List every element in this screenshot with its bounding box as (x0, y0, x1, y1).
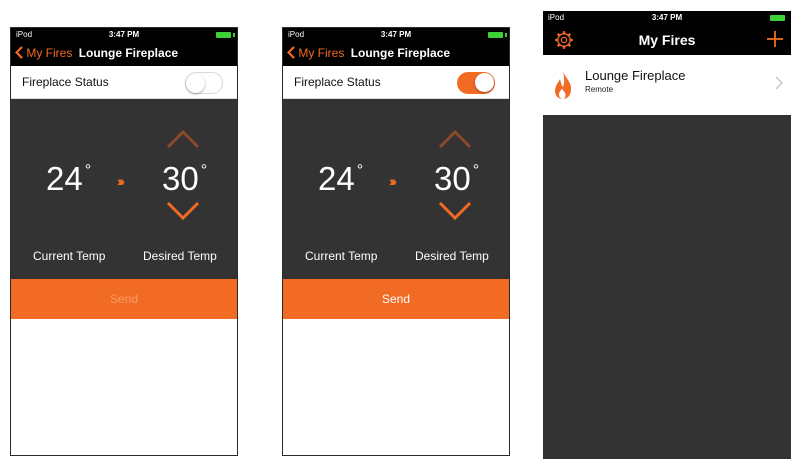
current-temp-value: 24 ° (318, 160, 364, 197)
status-bar: iPod 3:47 PM (283, 28, 509, 42)
nav-bar: My Fires (543, 25, 791, 55)
nav-bar: My Fires Lounge Fireplace (11, 42, 237, 66)
desired-temp-label: Desired Temp (415, 249, 489, 263)
back-button[interactable]: My Fires Lounge Fireplace (14, 46, 179, 60)
fireplace-status-label: Fireplace Status (294, 75, 381, 89)
desired-temp-label: Desired Temp (143, 249, 217, 263)
chevron-left-icon (286, 46, 295, 59)
page-title: My Fires (638, 32, 696, 48)
flame-icon (555, 71, 572, 99)
decrease-temp-arrow-icon[interactable] (166, 201, 200, 221)
increase-temp-arrow-icon[interactable] (438, 129, 472, 149)
plus-icon[interactable] (764, 28, 786, 50)
current-temp-value: 24 ° (46, 160, 92, 197)
status-time: 3:47 PM (380, 30, 412, 39)
decrease-temp-arrow-icon[interactable] (438, 201, 472, 221)
page-title: Lounge Fireplace (350, 46, 451, 60)
fireplace-status-label: Fireplace Status (22, 75, 109, 89)
my-fires-list-screen: iPod 3:47 PM My Fires Lounge Fireplace R… (543, 11, 791, 459)
fireplace-status-toggle[interactable] (185, 72, 223, 94)
page-title: Lounge Fireplace (78, 46, 179, 60)
temperature-panel: 24 ° ››› 30 ° Current Temp Desired Temp (283, 99, 509, 279)
back-label: My Fires (26, 46, 73, 60)
desired-temp-value: 30 ° (162, 160, 208, 197)
status-bar: iPod 3:47 PM (543, 11, 791, 25)
back-label: My Fires (298, 46, 345, 60)
desired-temp-value: 30 ° (434, 160, 480, 197)
temperature-panel: 24 ° ››› 30 ° Current Temp Desired Temp (11, 99, 237, 279)
current-temp-label: Current Temp (305, 249, 378, 263)
current-temp-label: Current Temp (33, 249, 106, 263)
arrow-chevrons-icon: ››› (117, 173, 125, 189)
status-time: 3:47 PM (108, 30, 140, 39)
chevron-right-icon (775, 76, 783, 90)
fire-name: Lounge Fireplace (585, 68, 686, 83)
fireplace-detail-screen-on: iPod 3:47 PM My Fires Lounge Fireplace F… (282, 27, 510, 456)
fire-subtitle: Remote (585, 85, 614, 94)
fireplace-status-row: Fireplace Status (11, 66, 237, 99)
toggle-knob (475, 73, 494, 92)
fireplace-status-toggle[interactable] (457, 72, 495, 94)
send-button[interactable]: Send (11, 279, 237, 319)
nav-bar: My Fires Lounge Fireplace (283, 42, 509, 66)
battery-icon (770, 15, 785, 21)
toggle-knob (186, 74, 205, 93)
status-time: 3:47 PM (651, 13, 683, 22)
fireplace-detail-screen-off: iPod 3:47 PM My Fires Lounge Fireplace F… (10, 27, 238, 456)
fireplace-status-row: Fireplace Status (283, 66, 509, 99)
increase-temp-arrow-icon[interactable] (166, 129, 200, 149)
arrow-chevrons-icon: ››› (389, 173, 397, 189)
send-button[interactable]: Send (283, 279, 509, 319)
chevron-left-icon (14, 46, 23, 59)
status-bar: iPod 3:47 PM (11, 28, 237, 42)
list-item-lounge-fireplace[interactable]: Lounge Fireplace Remote (543, 55, 791, 115)
battery-icon (488, 32, 507, 38)
back-button[interactable]: My Fires Lounge Fireplace (286, 46, 451, 60)
battery-icon (216, 32, 235, 38)
